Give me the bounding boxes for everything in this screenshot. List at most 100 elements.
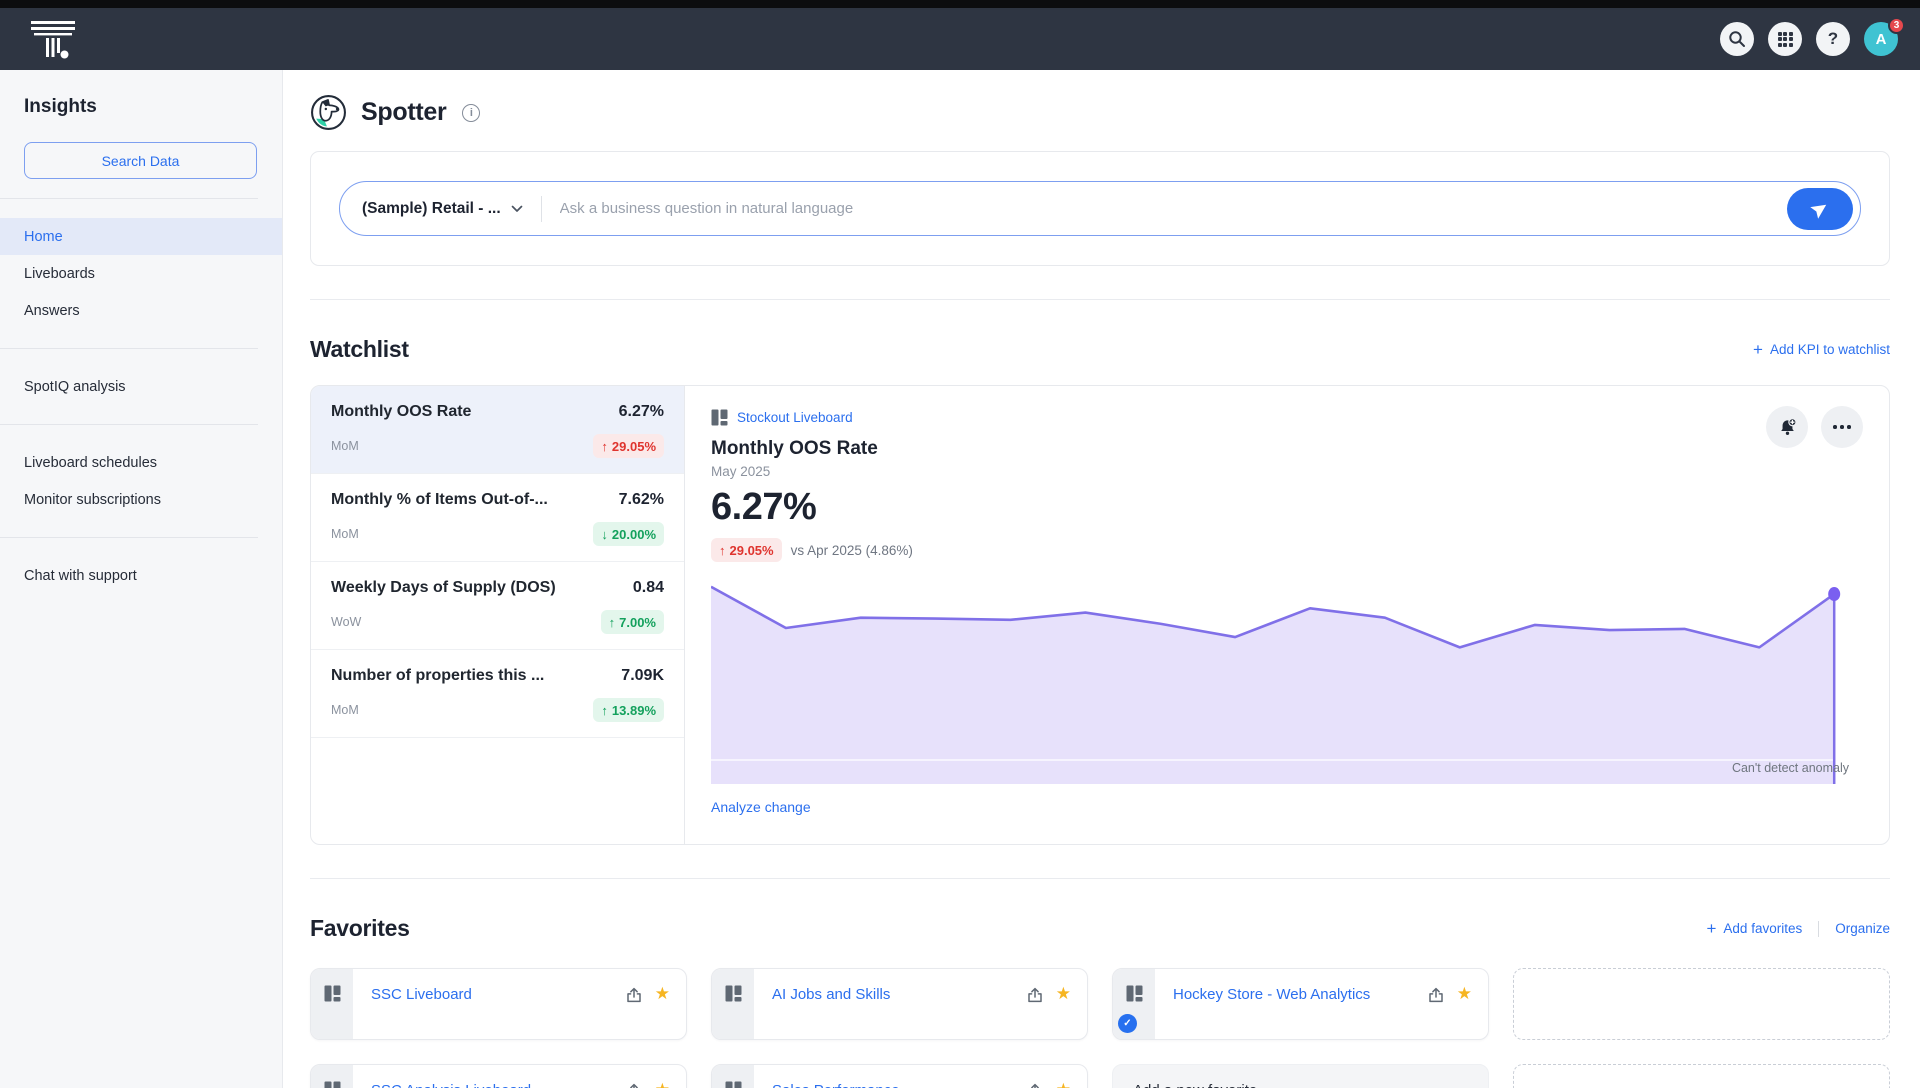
watchlist-kpi-row-monthly-of-items-out-of[interactable]: Monthly % of Items Out-of-...7.62% MoM ↓20… xyxy=(311,474,684,562)
favorite-star-icon[interactable] xyxy=(1056,1081,1071,1088)
global-search-button[interactable] xyxy=(1720,22,1754,56)
favorite-card-title[interactable]: Hockey Store - Web Analytics xyxy=(1173,986,1415,1003)
favorite-card-title[interactable]: SSC Liveboard xyxy=(371,986,613,1003)
favorite-card-ssc-liveboard[interactable]: SSC Liveboard xyxy=(310,968,687,1040)
share-button[interactable] xyxy=(625,986,643,1009)
favorite-card-strip xyxy=(311,969,353,1039)
kpi-row-bottom: MoM↑13.89% xyxy=(331,698,664,722)
liveboard-icon xyxy=(725,985,742,1002)
favorite-card-strip xyxy=(712,1065,754,1088)
favorites-title: Favorites xyxy=(310,915,410,942)
favorite-placeholder-slot xyxy=(1513,1064,1890,1088)
favorite-card-ssc-analysis-liveboard[interactable]: SSC Analysis Liveboard xyxy=(310,1064,687,1088)
kpi-row-bottom: WoW↑7.00% xyxy=(331,610,664,634)
bell-plus-icon xyxy=(1777,417,1798,438)
add-kpi-link[interactable]: Add KPI to watchlist xyxy=(1753,341,1890,358)
favorite-card-title[interactable]: AI Jobs and Skills xyxy=(772,986,1014,1003)
favorite-star-icon[interactable] xyxy=(1457,985,1472,1003)
kpi-row-top: Monthly % of Items Out-of-...7.62% xyxy=(331,491,664,509)
favorite-card-main: Sales Performance xyxy=(754,1065,1087,1088)
sidebar-item-label: Liveboards xyxy=(24,266,95,282)
kpi-trend-chart[interactable]: Can't detect anomaly xyxy=(711,578,1863,784)
create-alert-button[interactable] xyxy=(1766,406,1808,448)
area-chart xyxy=(711,578,1863,784)
share-button[interactable] xyxy=(1026,1082,1044,1088)
liveboard-icon xyxy=(725,1081,742,1088)
favorite-card-title[interactable]: SSC Analysis Liveboard xyxy=(371,1082,613,1088)
share-icon xyxy=(1026,986,1044,1004)
favorite-star-icon[interactable] xyxy=(655,985,670,1003)
thoughtspot-logo[interactable] xyxy=(30,18,76,60)
kpi-period: MoM xyxy=(331,527,359,541)
kpi-name: Number of properties this ... xyxy=(331,667,544,685)
help-button[interactable] xyxy=(1816,22,1850,56)
kpi-detail-title: Monthly OOS Rate xyxy=(711,438,1863,460)
sidebar-divider xyxy=(0,348,258,349)
last-point-marker xyxy=(1828,587,1840,601)
more-options-button[interactable] xyxy=(1821,406,1863,448)
ask-question-input[interactable] xyxy=(560,200,1787,217)
share-button[interactable] xyxy=(1427,986,1445,1009)
kpi-row-top: Weekly Days of Supply (DOS)0.84 xyxy=(331,579,664,597)
watchlist-kpi-row-weekly-days-of-supply-dos[interactable]: Weekly Days of Supply (DOS)0.84 WoW↑7.00% xyxy=(311,562,684,650)
add-new-favorite-card[interactable]: Add a new favorite xyxy=(1112,1064,1489,1088)
kpi-name: Weekly Days of Supply (DOS) xyxy=(331,579,556,597)
kpi-row-top: Number of properties this ...7.09K xyxy=(331,667,664,685)
stockout-liveboard-link[interactable]: Stockout Liveboard xyxy=(737,410,853,425)
sidebar-item-home[interactable]: Home xyxy=(0,218,282,255)
favorite-card-hockey-store-web-analytics[interactable]: Hockey Store - Web Analytics xyxy=(1112,968,1489,1040)
apps-grid-button[interactable] xyxy=(1768,22,1802,56)
top-navigation-bar: A 3 xyxy=(0,8,1920,70)
spotter-dog-icon xyxy=(310,94,347,131)
datasource-selector[interactable]: (Sample) Retail - ... xyxy=(362,200,523,218)
sidebar-item-spotiq-analysis[interactable]: SpotIQ analysis xyxy=(0,368,282,405)
kpi-row-bottom: MoM↑29.05% xyxy=(331,434,664,458)
add-favorites-link[interactable]: Add favorites xyxy=(1706,920,1802,937)
send-plane-icon xyxy=(1810,199,1830,219)
kpi-period: WoW xyxy=(331,615,361,629)
sidebar-divider xyxy=(0,537,258,538)
kpi-period: MoM xyxy=(331,439,359,453)
watchlist-kpi-row-monthly-oos-rate[interactable]: Monthly OOS Rate6.27%MoM↑29.05% xyxy=(311,386,684,474)
apps-grid-icon xyxy=(1778,32,1793,47)
favorite-card-sales-performance[interactable]: Sales Performance xyxy=(711,1064,1088,1088)
sidebar-item-answers[interactable]: Answers xyxy=(0,292,282,329)
favorite-star-icon[interactable] xyxy=(655,1081,670,1088)
kpi-change-pill: ↓20.00% xyxy=(593,522,664,546)
info-icon[interactable] xyxy=(462,104,480,122)
watchlist-panel: Monthly OOS Rate 6.27% MoM↑29.05% Monthly %… xyxy=(310,385,1890,845)
main-content: Spotter (Sample) Retail - ... xyxy=(283,70,1920,1088)
sidebar-item-monitor-subscriptions[interactable]: Monitor subscriptions xyxy=(0,481,282,518)
datasource-label: (Sample) Retail - ... xyxy=(362,200,501,218)
user-avatar[interactable]: A 3 xyxy=(1864,22,1898,56)
sidebar-divider xyxy=(0,198,258,199)
organize-link[interactable]: Organize xyxy=(1835,921,1890,936)
share-button[interactable] xyxy=(1026,986,1044,1009)
sidebar-title: Insights xyxy=(0,96,282,118)
sidebar-item-chat-with-support[interactable]: Chat with support xyxy=(0,557,282,594)
share-icon xyxy=(625,1082,643,1088)
kpi-row-bottom: MoM ↓20.00% xyxy=(331,522,664,546)
favorite-placeholder-slot xyxy=(1513,968,1890,1040)
send-question-button[interactable] xyxy=(1787,188,1853,230)
kpi-period: MoM xyxy=(331,703,359,717)
verified-badge-icon xyxy=(1118,1014,1137,1033)
kpi-value: 6.27% xyxy=(619,403,664,421)
search-data-button[interactable]: Search Data xyxy=(24,142,257,179)
favorite-card-main: SSC Analysis Liveboard xyxy=(353,1065,686,1088)
kpi-value: 7.62% xyxy=(619,491,664,509)
source-row: Stockout Liveboard xyxy=(711,409,1863,426)
sidebar-item-liveboard-schedules[interactable]: Liveboard schedules xyxy=(0,444,282,481)
kpi-detail-panel: Stockout Liveboard Monthly OOS Rate May … xyxy=(685,386,1889,844)
favorite-card-title[interactable]: Sales Performance xyxy=(772,1082,1014,1088)
favorite-card-ai-jobs-and-skills[interactable]: AI Jobs and Skills xyxy=(711,968,1088,1040)
watchlist-header: Watchlist Add KPI to watchlist xyxy=(310,336,1890,363)
kpi-detail-value: 6.27% xyxy=(711,486,1863,529)
share-button[interactable] xyxy=(625,1082,643,1088)
sidebar-item-liveboards[interactable]: Liveboards xyxy=(0,255,282,292)
kpi-change-value: 7.00% xyxy=(619,615,656,630)
favorite-star-icon[interactable] xyxy=(1056,985,1071,1003)
watchlist-kpi-row-number-of-properties-this[interactable]: Number of properties this ...7.09K MoM↑13… xyxy=(311,650,684,738)
analyze-change-link[interactable]: Analyze change xyxy=(711,799,811,815)
search-icon xyxy=(1728,30,1746,48)
